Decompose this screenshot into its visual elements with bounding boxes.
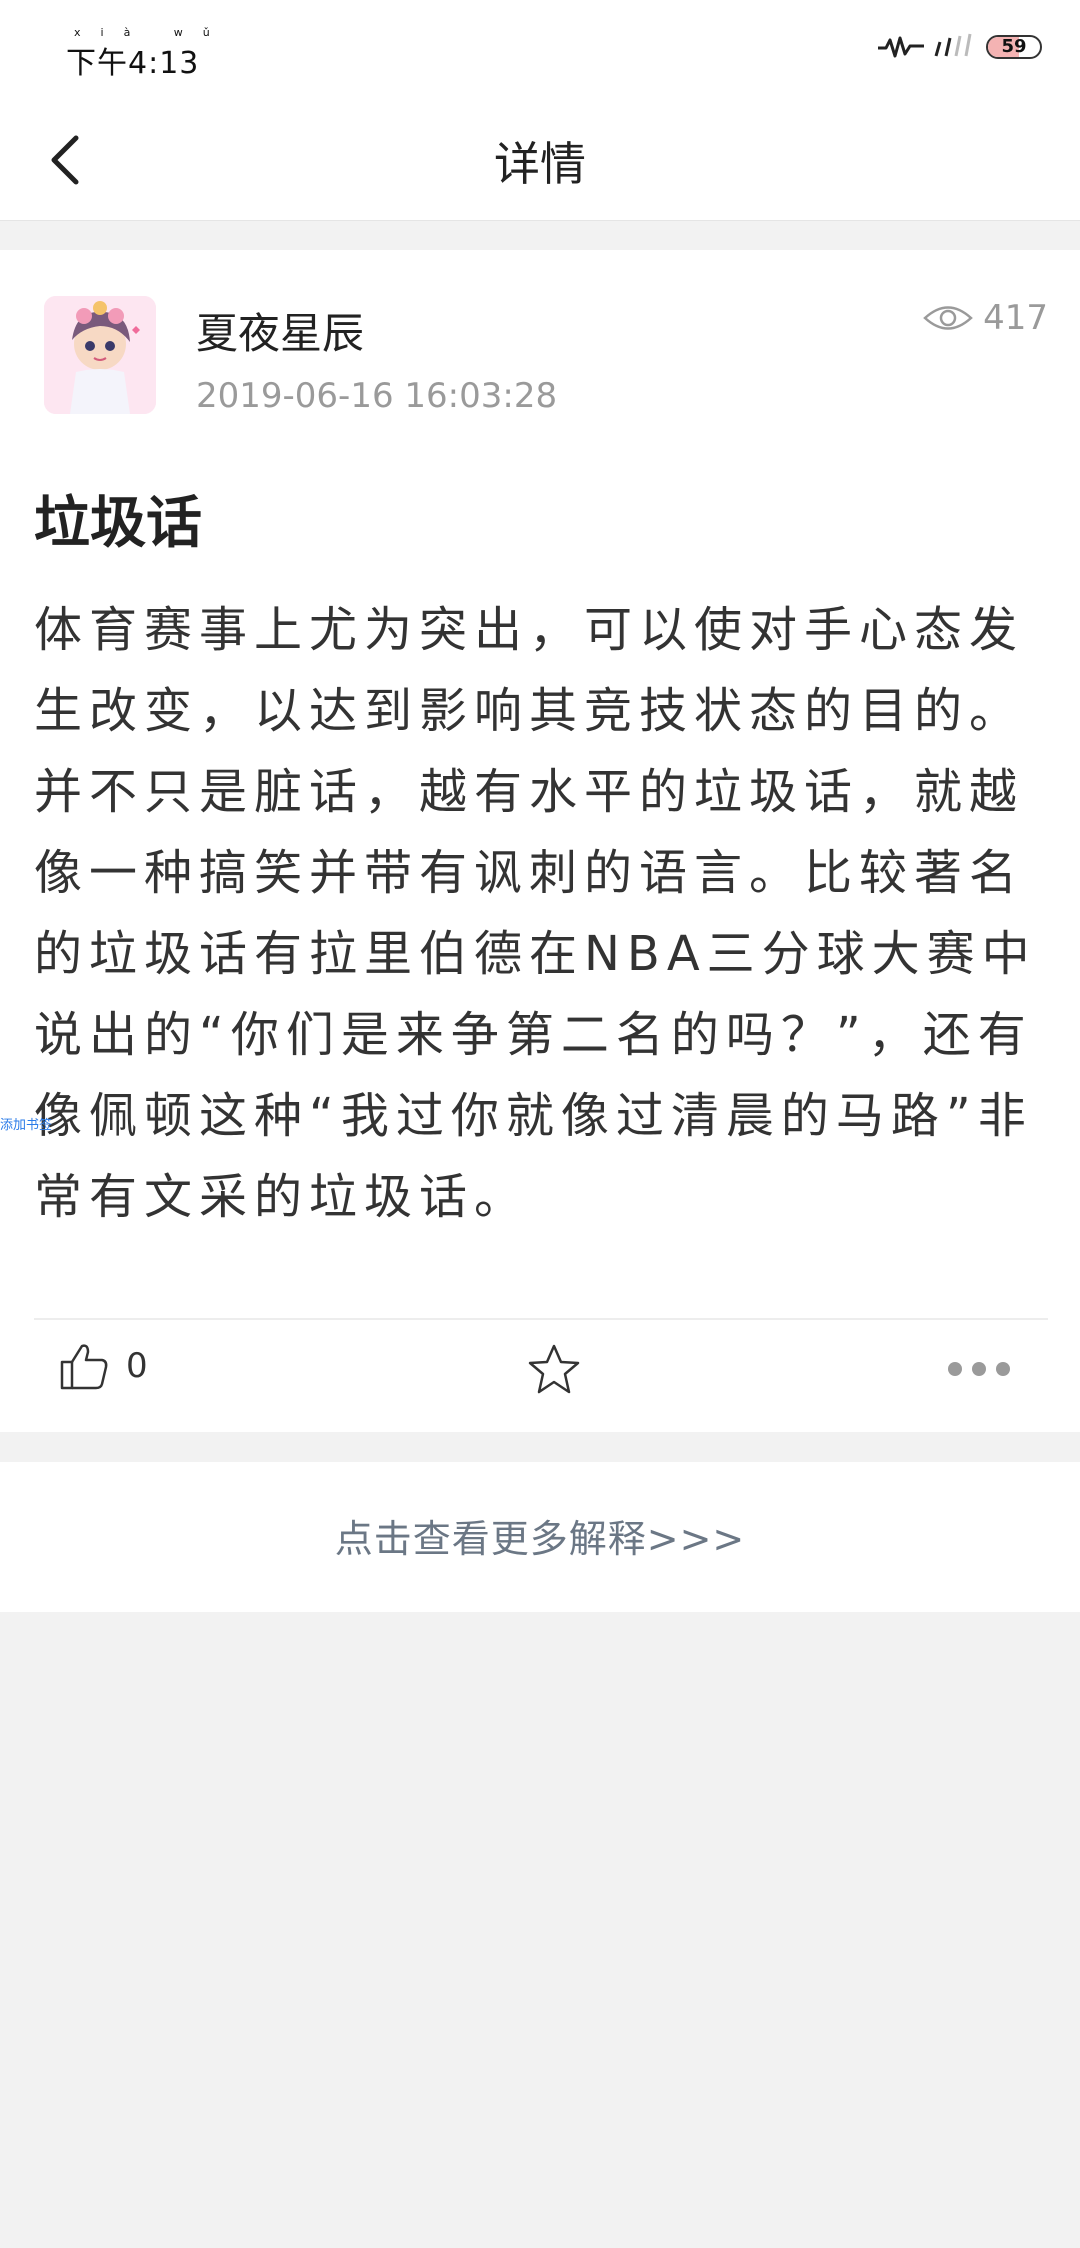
section-divider <box>0 220 1080 251</box>
signal-wave-icon <box>878 36 924 58</box>
post-timestamp: 2019-06-16 16:03:28 <box>196 376 558 416</box>
status-bar: xià wǔ 下午4:13 59 <box>0 0 1080 100</box>
like-button[interactable]: 0 <box>58 1340 148 1392</box>
eye-icon <box>923 306 973 330</box>
like-count: 0 <box>126 1346 148 1386</box>
post-title: 垃圾话 <box>34 491 202 556</box>
more-dot <box>996 1362 1010 1376</box>
action-divider <box>34 1318 1048 1320</box>
battery-level: 59 <box>1001 36 1027 57</box>
avatar[interactable] <box>44 296 156 414</box>
more-dot <box>972 1362 986 1376</box>
thumb-up-icon <box>60 1344 108 1390</box>
more-explanations-link[interactable]: 点击查看更多解释>>> <box>0 1508 1080 1563</box>
more-options-button[interactable] <box>948 1362 1010 1376</box>
status-indicators: 59 <box>878 32 1042 62</box>
view-count-value: 417 <box>983 298 1048 338</box>
cellular-signal-icon <box>934 33 972 57</box>
more-dot <box>948 1362 962 1376</box>
page-title: 详情 <box>494 137 586 191</box>
author-name[interactable]: 夏夜星辰 <box>196 300 364 361</box>
favorite-button[interactable] <box>526 1342 582 1398</box>
nav-bar: 详情 <box>0 100 1080 220</box>
post-body: 体育赛事上尤为突出，可以使对手心态发生改变，以达到影响其竞技状态的目的。并不只是… <box>34 602 1037 1225</box>
star-icon <box>528 1344 580 1394</box>
status-time: 下午4:13 <box>66 46 200 81</box>
avatar-illustration <box>44 296 156 414</box>
more-explanations-panel: 点击查看更多解释>>> <box>0 1462 1080 1612</box>
post-card: 夏夜星辰 2019-06-16 16:03:28 417 垃圾话 体育赛事上尤为… <box>0 250 1080 1432</box>
view-count: 417 <box>923 298 1048 338</box>
battery-icon: 59 <box>986 35 1042 59</box>
side-bookmark-tag[interactable]: 添加书签 <box>0 1114 52 1133</box>
